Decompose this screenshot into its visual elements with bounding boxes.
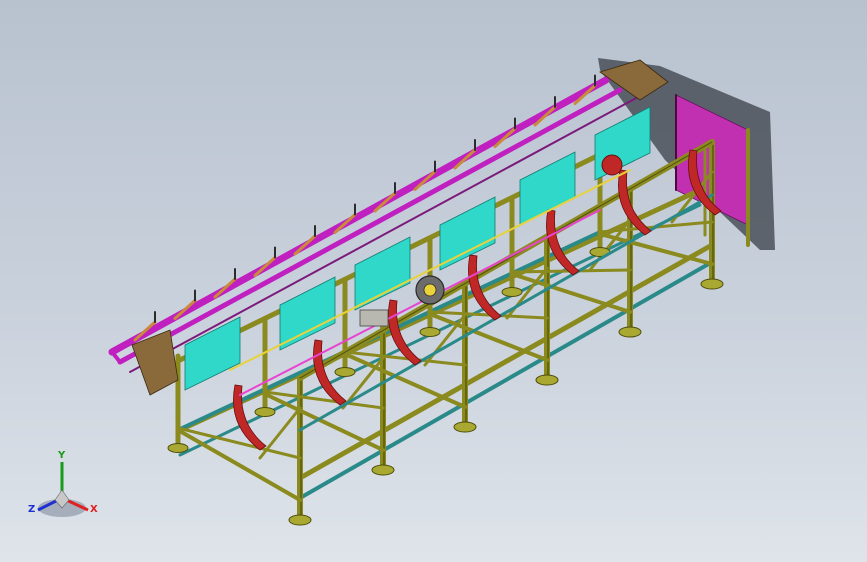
frame-crossmember bbox=[176, 428, 302, 502]
frame-foot bbox=[254, 407, 276, 417]
side-plate bbox=[354, 236, 411, 311]
side-plate bbox=[279, 276, 336, 351]
motor-body bbox=[359, 309, 389, 327]
frame-foot bbox=[618, 326, 642, 338]
frame-crossmember bbox=[263, 392, 385, 452]
side-plate bbox=[439, 196, 496, 271]
frame-foot bbox=[535, 374, 559, 386]
frame-crossmember bbox=[510, 272, 632, 314]
frame-foot bbox=[371, 464, 395, 476]
x-axis-label: X bbox=[90, 504, 98, 515]
frame-foot bbox=[167, 443, 189, 453]
frame-foot bbox=[700, 278, 724, 290]
frame-foot bbox=[288, 514, 312, 526]
motor-hub bbox=[423, 283, 437, 297]
frame-foot bbox=[453, 421, 477, 433]
drive-pulley bbox=[601, 154, 623, 176]
z-axis-label: Z bbox=[28, 504, 36, 515]
frame-foot bbox=[334, 367, 356, 377]
cad-viewport[interactable]: X Y Z bbox=[0, 0, 867, 562]
conveyor-machine-model[interactable] bbox=[0, 0, 867, 562]
y-axis-label: Y bbox=[58, 450, 66, 461]
frame-foot bbox=[419, 327, 441, 337]
frame-foot bbox=[501, 287, 523, 297]
